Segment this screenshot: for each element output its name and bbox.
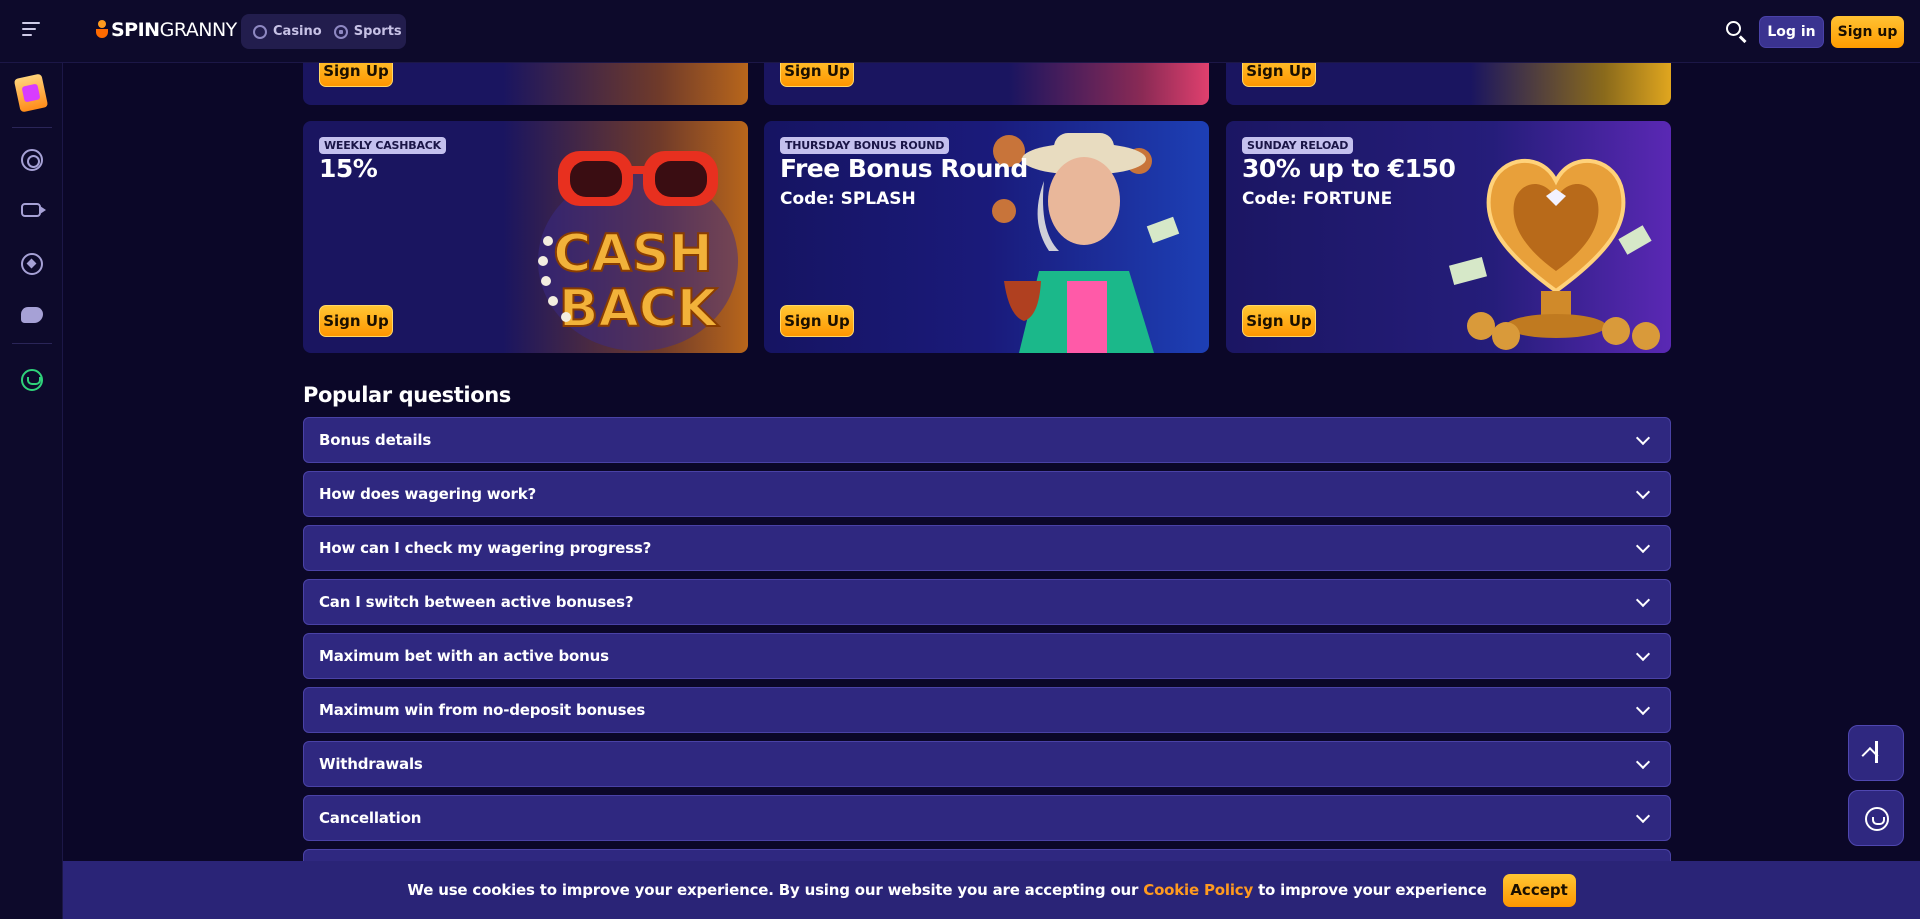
scroll-to-top-button[interactable] — [1848, 725, 1904, 781]
promo-title: 15% — [319, 154, 378, 183]
chevron-down-icon — [1635, 808, 1651, 824]
support-headset-icon[interactable] — [21, 369, 43, 391]
promo-tag: WEEKLY CASHBACK — [319, 137, 446, 154]
signup-card-button[interactable]: Sign Up — [319, 305, 393, 337]
popular-questions-heading: Popular questions — [303, 383, 511, 407]
chevron-down-icon — [1635, 700, 1651, 716]
svg-text:BACK: BACK — [559, 279, 719, 339]
faq-item[interactable]: Maximum win from no-deposit bonuses — [303, 687, 1671, 733]
support-chat-button[interactable] — [1848, 790, 1904, 846]
cookie-policy-link[interactable]: Cookie Policy — [1143, 881, 1253, 899]
logo-mark-icon — [95, 20, 109, 40]
chevron-down-icon — [1635, 592, 1651, 608]
svg-text:CASH: CASH — [553, 224, 712, 284]
live-camera-icon[interactable] — [21, 203, 46, 217]
sidebar-divider — [12, 343, 52, 344]
cookie-text-before: We use cookies to improve your experienc… — [407, 881, 1144, 899]
promo-code: Code: FORTUNE — [1242, 189, 1393, 209]
faq-item[interactable]: Can I switch between active bonuses? — [303, 579, 1671, 625]
gamepad-icon[interactable] — [21, 307, 43, 323]
signup-button[interactable]: Sign up — [1831, 16, 1904, 48]
faq-item[interactable]: How can I check my wagering progress? — [303, 525, 1671, 571]
faq-item[interactable]: Maximum bet with an active bonus — [303, 633, 1671, 679]
logo[interactable]: SPINGRANNY — [95, 17, 237, 43]
faq-label: Cancellation — [319, 809, 422, 827]
mode-sports-label: Sports — [353, 24, 402, 39]
faq-label: Bonus details — [319, 431, 432, 449]
signup-card-button[interactable]: Sign Up — [1242, 305, 1316, 337]
mode-casino-label: Casino — [273, 24, 322, 39]
faq-label: Maximum win from no-deposit bonuses — [319, 701, 646, 719]
chevron-down-icon — [1635, 538, 1651, 554]
logo-text-a: SPIN — [111, 19, 160, 41]
promo-title: 30% up to €150 — [1242, 154, 1456, 183]
logo-text-b: GRANNY — [159, 19, 238, 41]
menu-icon[interactable] — [22, 22, 40, 36]
chevron-down-icon — [1635, 430, 1651, 446]
cookie-banner: We use cookies to improve your experienc… — [63, 861, 1920, 919]
cookie-text: We use cookies to improve your experienc… — [407, 881, 1486, 899]
mode-sports[interactable]: Sports — [328, 18, 408, 45]
chevron-down-icon — [1635, 754, 1651, 770]
casino-icon — [253, 24, 267, 39]
accept-cookies-button[interactable]: Accept — [1502, 873, 1576, 907]
cashback-art-icon: CASH BACK — [538, 151, 738, 351]
chevron-down-icon — [1635, 484, 1651, 500]
promo-code: Code: SPLASH — [780, 189, 916, 209]
faq-item[interactable]: Cancellation — [303, 795, 1671, 841]
chevron-down-icon — [1635, 646, 1651, 662]
faq-label: Withdrawals — [319, 755, 423, 773]
login-button[interactable]: Log in — [1759, 16, 1824, 48]
search-icon[interactable] — [1725, 20, 1749, 44]
left-sidebar — [0, 63, 63, 919]
casino-chip-icon[interactable] — [21, 149, 43, 171]
faq-label: How does wagering work? — [319, 485, 537, 503]
promo-card-thursday-bonus: THURSDAY BONUS ROUND Free Bonus Round Co… — [764, 121, 1209, 353]
faq-item[interactable]: How does wagering work? — [303, 471, 1671, 517]
faq-label: Can I switch between active bonuses? — [319, 593, 634, 611]
promo-card-sunday-reload: SUNDAY RELOAD 30% up to €150 Code: FORTU… — [1226, 121, 1671, 353]
casino-sports-switch: Casino Sports — [241, 14, 406, 49]
promo-tag: THURSDAY BONUS ROUND — [780, 137, 950, 154]
golden-heart-trophy-icon — [1448, 158, 1660, 350]
promo-gift-icon[interactable] — [13, 73, 49, 113]
arrow-up-icon — [1875, 741, 1878, 763]
faq-item[interactable]: Bonus details — [303, 417, 1671, 463]
faq-item[interactable]: Withdrawals — [303, 741, 1671, 787]
promo-title: Free Bonus Round — [780, 154, 1028, 183]
cookie-text-after: to improve your experience — [1253, 881, 1487, 899]
signup-card-button[interactable]: Sign Up — [780, 305, 854, 337]
faq-label: Maximum bet with an active bonus — [319, 647, 609, 665]
promo-tag: SUNDAY RELOAD — [1242, 137, 1354, 154]
top-bar: SPINGRANNY Casino Sports Log in Sign up — [0, 0, 1920, 63]
mode-casino[interactable]: Casino — [247, 18, 328, 45]
sidebar-divider — [12, 127, 52, 128]
sports-ball-icon[interactable] — [21, 253, 43, 275]
sports-ball-icon — [333, 24, 348, 39]
headset-icon — [1865, 807, 1889, 831]
faq-label: How can I check my wagering progress? — [319, 539, 652, 557]
promo-card-weekly-cashback: CASH BACK WEEKLY CASHBACK 15% Sign Up — [303, 121, 748, 353]
